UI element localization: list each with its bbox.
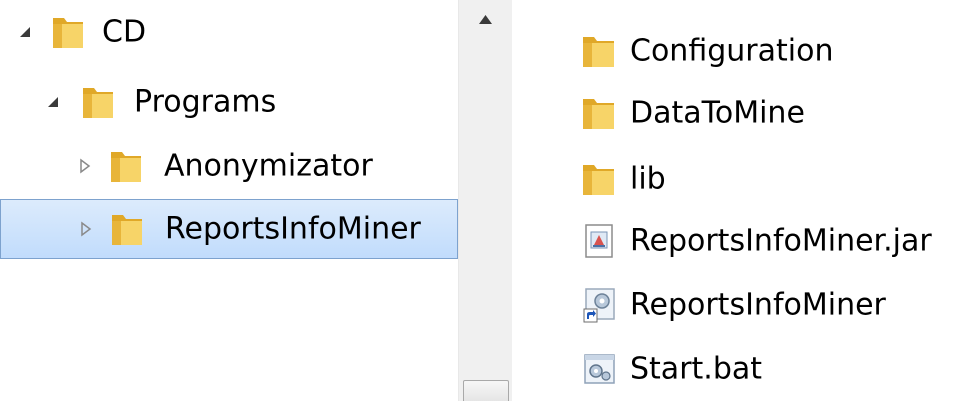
file-item-reportsinfominer-shortcut[interactable]: ReportsInfoMiner (512, 276, 976, 334)
navigation-tree: CD Programs Anonymizator ReportsInfoMine… (0, 0, 458, 401)
file-list: Configuration DataToMine lib ReportsInfo… (512, 0, 976, 401)
explorer-window: CD Programs Anonymizator ReportsInfoMine… (0, 0, 976, 401)
file-item-start-bat[interactable]: Start.bat (512, 340, 976, 398)
folder-icon (53, 18, 83, 48)
expanded-arrow-icon[interactable] (46, 94, 60, 110)
folder-icon (583, 165, 614, 195)
scrollbar-thumb[interactable] (463, 380, 509, 401)
file-name: DataToMine (630, 95, 805, 131)
file-item-datatomine[interactable]: DataToMine (512, 84, 976, 142)
folder-icon (83, 88, 113, 118)
jar-file-icon (585, 224, 613, 258)
shortcut-icon (583, 288, 615, 323)
folder-icon (112, 215, 142, 245)
file-name: Configuration (630, 33, 834, 69)
tree-item-reportsinfominer[interactable]: ReportsInfoMiner (0, 199, 458, 259)
tree-item-label: Programs (134, 84, 277, 120)
file-item-configuration[interactable]: Configuration (512, 22, 976, 80)
scroll-up-arrow-icon[interactable] (459, 0, 512, 40)
file-name: lib (630, 161, 666, 197)
collapsed-arrow-icon[interactable] (79, 221, 93, 237)
file-item-reportsinfominer-jar[interactable]: ReportsInfoMiner.jar (512, 212, 976, 270)
tree-item-label: CD (102, 14, 147, 50)
tree-item-anonymizator[interactable]: Anonymizator (0, 136, 458, 196)
collapsed-arrow-icon[interactable] (78, 158, 92, 174)
vertical-scrollbar[interactable] (458, 0, 512, 401)
folder-icon (111, 152, 141, 182)
expanded-arrow-icon[interactable] (18, 24, 32, 40)
tree-item-label: ReportsInfoMiner (165, 211, 421, 247)
folder-icon (583, 37, 614, 67)
file-name: ReportsInfoMiner.jar (630, 223, 932, 259)
file-name: Start.bat (630, 351, 763, 387)
tree-item-cd[interactable]: CD (0, 2, 458, 62)
batch-file-icon (584, 354, 615, 384)
folder-icon (583, 99, 614, 129)
file-item-lib[interactable]: lib (512, 150, 976, 208)
tree-item-programs[interactable]: Programs (0, 72, 458, 132)
file-name: ReportsInfoMiner (630, 287, 886, 323)
tree-item-label: Anonymizator (164, 148, 373, 184)
